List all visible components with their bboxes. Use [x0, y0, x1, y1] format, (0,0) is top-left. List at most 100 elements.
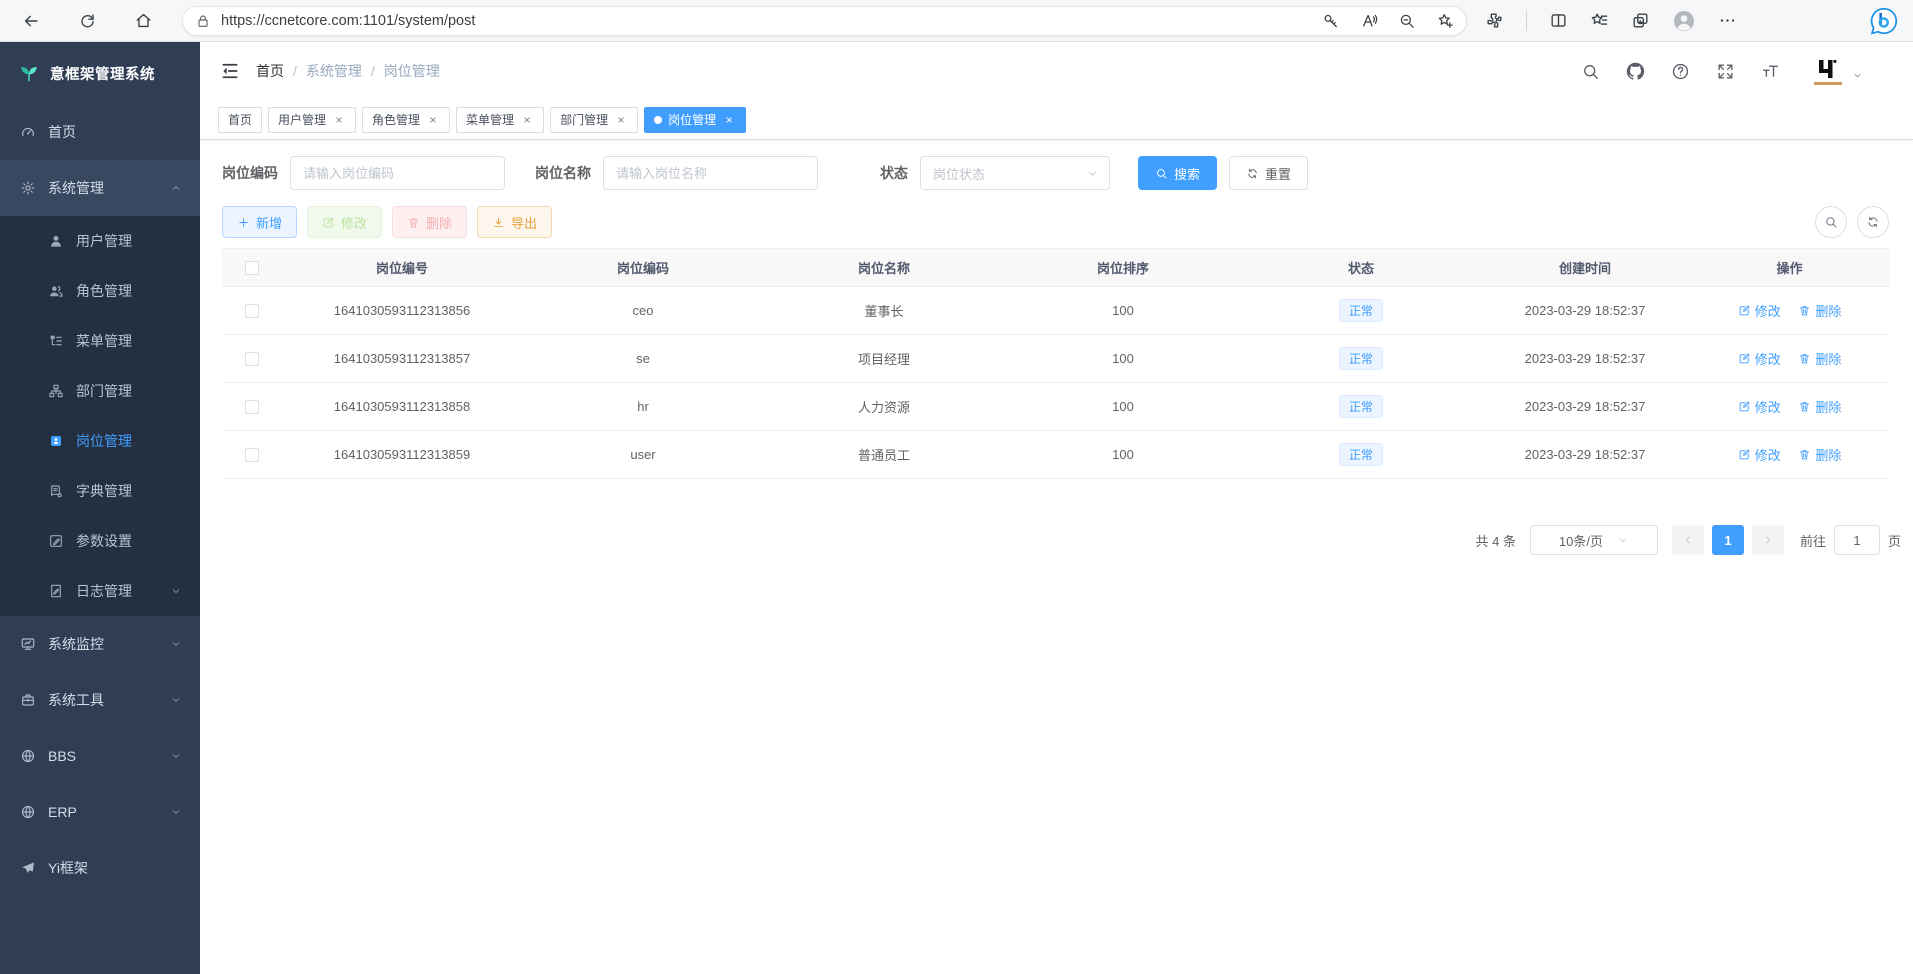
- font-size-icon[interactable]: [1761, 62, 1780, 81]
- sidebar-item-role-mgmt[interactable]: 角色管理: [0, 266, 200, 316]
- read-aloud-icon[interactable]: [1360, 12, 1378, 30]
- row-delete-link[interactable]: 删除: [1798, 397, 1841, 416]
- row-delete-link[interactable]: 删除: [1798, 445, 1841, 464]
- edit-button[interactable]: 修改: [307, 206, 382, 238]
- sidebar-collapse-icon[interactable]: [220, 61, 240, 81]
- sidebar-item-bbs[interactable]: BBS: [0, 728, 200, 784]
- search-button-label: 搜索: [1174, 164, 1200, 183]
- goto-page-input[interactable]: [1834, 525, 1880, 555]
- collections-icon[interactable]: [1631, 11, 1650, 30]
- row-edit-link[interactable]: 修改: [1738, 349, 1781, 368]
- tab-close-icon[interactable]: ×: [722, 113, 736, 127]
- page-size-select[interactable]: 10条/页: [1530, 525, 1658, 555]
- post-name-input[interactable]: [603, 156, 818, 190]
- row-edit-link[interactable]: 修改: [1738, 445, 1781, 464]
- column-header: 操作: [1690, 249, 1889, 287]
- row-edit-link[interactable]: 修改: [1738, 301, 1781, 320]
- table-row[interactable]: 1641030593112313857 se 项目经理 100 正常 2023-…: [222, 335, 1889, 383]
- tab-dept-mgmt[interactable]: 部门管理×: [550, 107, 638, 133]
- sidebar-item-label: ERP: [48, 804, 77, 820]
- sidebar-item-home[interactable]: 首页: [0, 104, 200, 160]
- sidebar-item-system-mgmt[interactable]: 系统管理: [0, 160, 200, 216]
- fullscreen-icon[interactable]: [1716, 62, 1735, 81]
- user-avatar-menu[interactable]: [1814, 57, 1863, 85]
- refresh-table-button[interactable]: [1857, 206, 1889, 238]
- sidebar-item-param-settings[interactable]: 参数设置: [0, 516, 200, 566]
- cell-post-sort: 100: [1004, 431, 1242, 479]
- current-page-button[interactable]: 1: [1712, 525, 1744, 555]
- cell-post-code: se: [522, 335, 764, 383]
- reset-button[interactable]: 重置: [1229, 156, 1308, 190]
- status-select[interactable]: 岗位状态: [920, 156, 1110, 190]
- add-button[interactable]: 新增: [222, 206, 297, 238]
- tab-close-icon[interactable]: ×: [426, 113, 440, 127]
- cell-post-code: hr: [522, 383, 764, 431]
- add-favorite-icon[interactable]: [1436, 12, 1454, 30]
- breadcrumb-system[interactable]: 系统管理: [306, 61, 362, 81]
- settings-menu-icon[interactable]: [1718, 11, 1737, 30]
- github-icon[interactable]: [1626, 62, 1645, 81]
- sidebar: 意框架管理系统 首页 系统管理 用户管理 角色管理 菜单管理: [0, 42, 200, 974]
- browser-refresh-button[interactable]: [70, 4, 104, 38]
- browser-home-button[interactable]: [126, 4, 160, 38]
- post-code-input[interactable]: [290, 156, 505, 190]
- sidebar-item-post-mgmt[interactable]: 岗位管理: [0, 416, 200, 466]
- search-button[interactable]: 搜索: [1138, 156, 1217, 190]
- sidebar-item-menu-mgmt[interactable]: 菜单管理: [0, 316, 200, 366]
- tab-close-icon[interactable]: ×: [614, 113, 628, 127]
- sidebar-item-yi-framework[interactable]: Yi框架: [0, 840, 200, 896]
- split-screen-icon[interactable]: [1549, 11, 1568, 30]
- row-delete-label: 删除: [1815, 445, 1841, 464]
- delete-button[interactable]: 删除: [392, 206, 467, 238]
- table-row[interactable]: 1641030593112313856 ceo 董事长 100 正常 2023-…: [222, 287, 1889, 335]
- tab-post-mgmt[interactable]: 岗位管理×: [644, 107, 746, 133]
- url-text[interactable]: https://ccnetcore.com:1101/system/post: [221, 13, 1322, 29]
- header-search-icon[interactable]: [1581, 62, 1600, 81]
- table-row[interactable]: 1641030593112313859 user 普通员工 100 正常 202…: [222, 431, 1889, 479]
- bing-chat-icon[interactable]: [1869, 6, 1899, 36]
- avatar[interactable]: [1814, 57, 1842, 85]
- browser-back-button[interactable]: [14, 4, 48, 38]
- tab-home[interactable]: 首页: [218, 107, 262, 133]
- lock-icon[interactable]: [195, 13, 211, 29]
- tab-menu-mgmt[interactable]: 菜单管理×: [456, 107, 544, 133]
- edit-icon: [322, 216, 335, 229]
- prev-page-button[interactable]: [1672, 525, 1704, 555]
- select-all-checkbox[interactable]: [245, 261, 259, 275]
- row-delete-link[interactable]: 删除: [1798, 301, 1841, 320]
- zoom-out-icon[interactable]: [1398, 12, 1416, 30]
- row-checkbox[interactable]: [245, 400, 259, 414]
- tab-close-icon[interactable]: ×: [332, 113, 346, 127]
- address-bar[interactable]: https://ccnetcore.com:1101/system/post: [182, 6, 1467, 36]
- password-key-icon[interactable]: [1322, 12, 1340, 30]
- tab-role-mgmt[interactable]: 角色管理×: [362, 107, 450, 133]
- globe-icon: [20, 804, 36, 820]
- favorites-icon[interactable]: [1590, 11, 1609, 30]
- breadcrumb-home[interactable]: 首页: [256, 61, 284, 81]
- sidebar-item-log-mgmt[interactable]: 日志管理: [0, 566, 200, 616]
- chevron-down-icon: [170, 585, 182, 597]
- profile-avatar-icon[interactable]: [1672, 9, 1696, 33]
- row-checkbox[interactable]: [245, 304, 259, 318]
- toggle-search-button[interactable]: [1815, 206, 1847, 238]
- sidebar-item-erp[interactable]: ERP: [0, 784, 200, 840]
- extensions-icon[interactable]: [1485, 11, 1504, 30]
- help-icon[interactable]: [1671, 62, 1690, 81]
- row-delete-link[interactable]: 删除: [1798, 349, 1841, 368]
- tab-close-icon[interactable]: ×: [520, 113, 534, 127]
- app-logo[interactable]: 意框架管理系统: [0, 42, 200, 104]
- row-checkbox[interactable]: [245, 448, 259, 462]
- edit-icon: [1738, 448, 1751, 461]
- row-edit-link[interactable]: 修改: [1738, 397, 1781, 416]
- sidebar-item-user-mgmt[interactable]: 用户管理: [0, 216, 200, 266]
- tab-user-mgmt[interactable]: 用户管理×: [268, 107, 356, 133]
- sidebar-item-dept-mgmt[interactable]: 部门管理: [0, 366, 200, 416]
- sidebar-item-dict-mgmt[interactable]: 字典管理: [0, 466, 200, 516]
- row-checkbox[interactable]: [245, 352, 259, 366]
- sidebar-item-system-monitor[interactable]: 系统监控: [0, 616, 200, 672]
- export-button[interactable]: 导出: [477, 206, 552, 238]
- table-row[interactable]: 1641030593112313858 hr 人力资源 100 正常 2023-…: [222, 383, 1889, 431]
- next-page-button[interactable]: [1752, 525, 1784, 555]
- refresh-icon: [1866, 215, 1880, 229]
- sidebar-item-system-tools[interactable]: 系统工具: [0, 672, 200, 728]
